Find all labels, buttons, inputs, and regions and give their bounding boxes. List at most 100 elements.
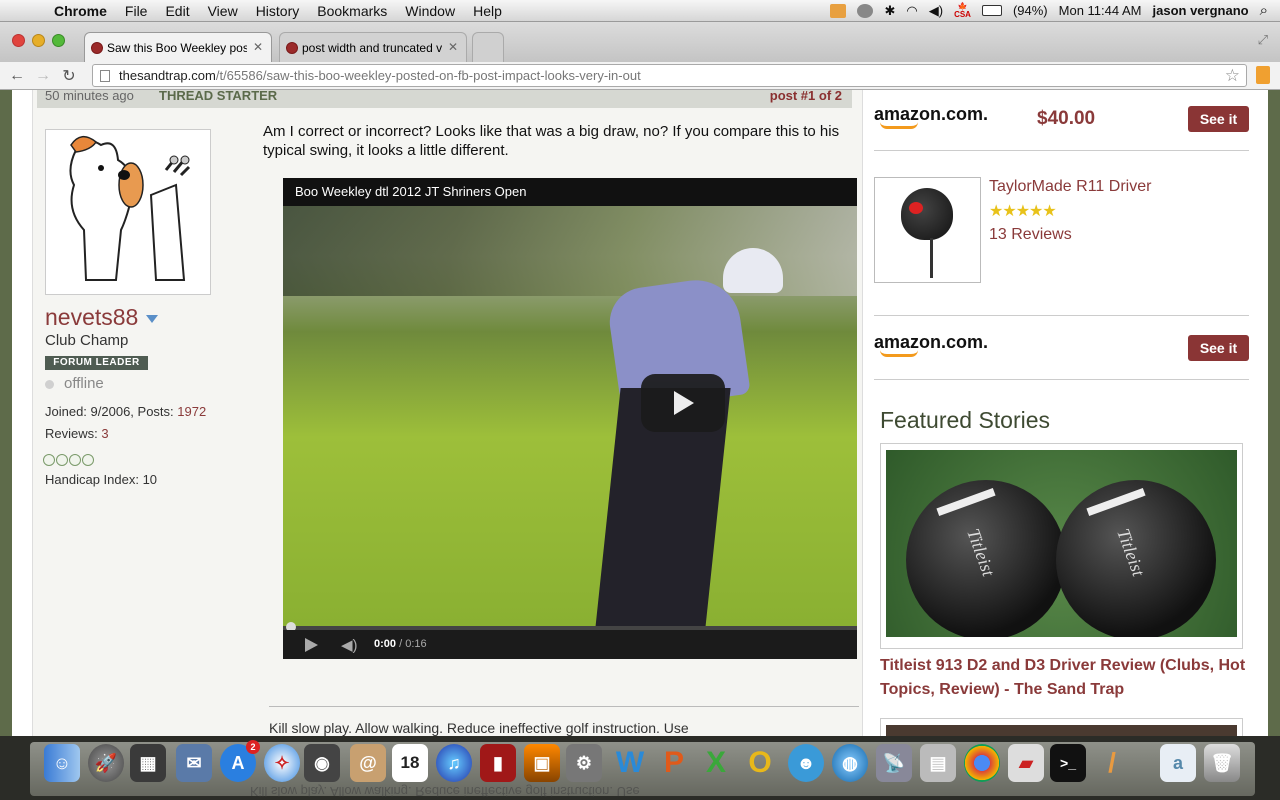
embedded-video-player[interactable]: Boo Weekley dtl 2012 JT Shriners Open ◀)… <box>283 178 857 659</box>
page-viewport: 50 minutes ago THREAD STARTER post #1 of… <box>0 90 1280 736</box>
amazon-logo-2[interactable]: amazon.com. <box>874 332 989 357</box>
featured-story-card[interactable]: Titleist Titleist <box>880 443 1243 649</box>
facetime-icon[interactable]: ◉ <box>304 744 340 782</box>
ad-divider <box>874 315 1249 316</box>
fullscreen-icon[interactable]: ⤢ <box>1258 32 1268 48</box>
menu-help[interactable]: Help <box>464 3 511 19</box>
system-preferences-icon[interactable]: ⚙ <box>566 744 602 782</box>
featured-story-title-link[interactable]: Titleist 913 D2 and D3 Driver Review (Cl… <box>880 654 1250 702</box>
video-control-play-icon[interactable] <box>305 638 318 652</box>
see-it-button-1[interactable]: See it <box>1188 106 1249 132</box>
featured-story-card-2[interactable] <box>880 718 1243 736</box>
time-machine-icon[interactable] <box>857 3 874 18</box>
menu-window[interactable]: Window <box>396 3 464 19</box>
video-title[interactable]: Boo Weekley dtl 2012 JT Shriners Open <box>283 178 857 206</box>
mission-control-icon[interactable]: ▦ <box>130 744 166 782</box>
product-image[interactable] <box>874 177 981 283</box>
brush-app-icon[interactable]: / <box>1094 744 1130 782</box>
app-store-icon[interactable]: A2 <box>220 740 260 782</box>
tab-inactive[interactable]: post width and truncated v ✕ <box>279 32 467 62</box>
document-stack-icon[interactable]: a <box>1160 744 1196 782</box>
network-icon[interactable]: ◍ <box>832 744 868 782</box>
chrome-icon[interactable] <box>964 744 1000 782</box>
launchpad-icon[interactable]: 🚀 <box>88 744 124 782</box>
minimize-window-button[interactable] <box>32 34 45 47</box>
iphoto-icon[interactable]: ▣ <box>524 744 560 782</box>
clock[interactable]: Mon 11:44 AM <box>1059 3 1142 18</box>
outlook-icon[interactable]: O <box>742 744 778 782</box>
input-source-icon[interactable]: 🍁 CSA <box>954 2 971 19</box>
user-reviews: Reviews: 3 <box>45 426 109 441</box>
bluetooth-icon[interactable]: ✱ <box>884 3 895 19</box>
terminal-icon[interactable]: >_ <box>1050 744 1086 782</box>
tab-close-icon[interactable]: ✕ <box>253 40 263 54</box>
sandtrap-favicon-icon <box>91 42 103 54</box>
sidebar: amazon.com. $40.00 See it TaylorMade R11… <box>874 90 1254 736</box>
post-column: 50 minutes ago THREAD STARTER post #1 of… <box>32 90 863 736</box>
back-button[interactable]: ← <box>4 67 30 85</box>
video-play-button[interactable] <box>641 374 725 432</box>
tab-close-icon[interactable]: ✕ <box>448 40 458 54</box>
battery-icon[interactable] <box>981 5 1002 16</box>
macos-menubar: Chrome File Edit View History Bookmarks … <box>0 0 1280 22</box>
itunes-icon[interactable]: ♫ <box>436 744 472 782</box>
wifi-icon[interactable]: ◠ <box>906 3 917 19</box>
url-host: thesandtrap.com <box>119 68 216 83</box>
extension-icon[interactable] <box>1256 66 1270 84</box>
amazon-smile-icon <box>880 350 918 357</box>
menulet-app-icon[interactable] <box>830 3 847 18</box>
menu-history[interactable]: History <box>247 3 309 19</box>
photo-booth-icon[interactable]: ▮ <box>480 744 516 782</box>
menu-bookmarks[interactable]: Bookmarks <box>308 3 396 19</box>
app-store-badge: 2 <box>246 740 260 754</box>
menu-file[interactable]: File <box>116 3 157 19</box>
messenger-icon[interactable]: ☻ <box>788 744 824 782</box>
forward-button[interactable]: → <box>30 67 56 85</box>
excel-icon[interactable]: X <box>698 744 734 782</box>
offline-status-icon <box>45 380 54 389</box>
titleist-driver-left-icon: Titleist <box>906 480 1066 637</box>
see-it-button-2[interactable]: See it <box>1188 335 1249 361</box>
reload-button[interactable]: ↻ <box>56 66 82 86</box>
image-capture-icon[interactable]: ▤ <box>920 744 956 782</box>
posts-count-link[interactable]: 1972 <box>177 404 206 419</box>
volume-icon[interactable]: ◀) <box>929 3 943 19</box>
network-utility-icon[interactable]: 📡 <box>876 744 912 782</box>
battery-percent: (94%) <box>1012 3 1048 18</box>
menu-edit[interactable]: Edit <box>156 3 198 19</box>
post-number[interactable]: post #1 of 2 <box>770 90 842 102</box>
video-controls: ◀) 0:00 / 0:16 <box>283 630 857 659</box>
username-link[interactable]: nevets88 <box>45 304 138 331</box>
zoom-window-button[interactable] <box>52 34 65 47</box>
tab-active[interactable]: Saw this Boo Weekley post ✕ <box>84 32 272 62</box>
signature-divider <box>269 706 859 707</box>
safari-icon[interactable]: ✧ <box>264 744 300 782</box>
reviews-count-link[interactable]: 3 <box>101 426 108 441</box>
preview-icon[interactable]: ▰ <box>1008 744 1044 782</box>
powerpoint-icon[interactable]: P <box>656 744 692 782</box>
bookmark-star-icon[interactable]: ☆ <box>1225 66 1240 86</box>
contacts-icon[interactable]: @ <box>350 744 386 782</box>
browser-tabbar: Saw this Boo Weekley post ✕ post width a… <box>0 22 1280 62</box>
spotlight-search-icon[interactable]: ⌕ <box>1260 2 1268 19</box>
menu-app-name[interactable]: Chrome <box>40 3 116 19</box>
menu-view[interactable]: View <box>199 3 247 19</box>
product-reviews-link[interactable]: 13 Reviews <box>989 226 1072 244</box>
user-name[interactable]: jason vergnano <box>1153 3 1249 18</box>
close-window-button[interactable] <box>12 34 25 47</box>
user-menu-caret-icon[interactable] <box>146 315 158 323</box>
product-name-link[interactable]: TaylorMade R11 Driver <box>989 178 1151 196</box>
thread-starter-label: THREAD STARTER <box>159 90 278 103</box>
new-tab-button[interactable] <box>472 32 504 62</box>
amazon-logo-text: amazon.com. <box>874 332 989 352</box>
address-bar[interactable]: thesandtrap.com/t/65586/saw-this-boo-wee… <box>92 64 1247 87</box>
finder-icon[interactable]: ☺ <box>44 744 80 782</box>
mail-icon[interactable]: ✉ <box>176 744 212 782</box>
amazon-logo-1[interactable]: amazon.com. <box>874 104 988 129</box>
word-icon[interactable]: W <box>612 744 648 782</box>
avatar[interactable] <box>45 129 211 295</box>
calendar-icon[interactable]: 18 <box>392 744 428 782</box>
trash-icon[interactable]: 🗑 <box>1204 744 1240 782</box>
video-volume-icon[interactable]: ◀) <box>341 636 358 654</box>
featured-story-image[interactable]: Titleist Titleist <box>886 450 1237 637</box>
